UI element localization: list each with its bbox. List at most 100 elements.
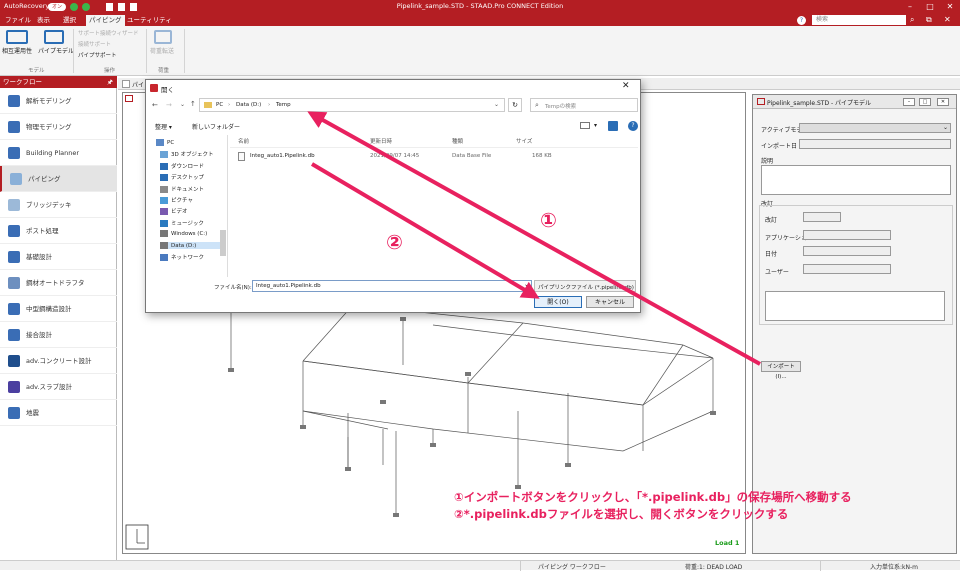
sidebar-item[interactable]: adv.コンクリート設計 bbox=[0, 348, 117, 374]
dialog-search-input[interactable]: ⌕ Tempの検索 bbox=[530, 98, 638, 112]
chevron-down-icon[interactable]: ▾ bbox=[594, 122, 597, 129]
group-load-label: 荷重 bbox=[158, 68, 170, 74]
file-open-dialog: 開く ✕ ← → ⌄ ↑ PC › Data (D:) › Temp ⌄ ↻ ⌕… bbox=[145, 79, 641, 313]
dialog-title: 開く bbox=[161, 86, 174, 94]
active-model-select[interactable]: ⌄ bbox=[799, 123, 951, 133]
annotation-marker-2: ② bbox=[386, 230, 403, 254]
nav-item[interactable]: 3D オブジェクト bbox=[160, 150, 213, 159]
nav-item[interactable]: ネットワーク bbox=[160, 253, 204, 261]
support-connect-button[interactable]: 接続サポート bbox=[78, 40, 111, 48]
sidebar-item[interactable]: 鋼材オートドラフタ bbox=[0, 270, 117, 296]
sidebar-item[interactable]: 中型鋼構造設計 bbox=[0, 296, 117, 322]
nav-item[interactable]: ダウンロード bbox=[160, 162, 204, 170]
refresh-icon[interactable]: ↻ bbox=[508, 98, 522, 112]
recent-dropdown-icon[interactable]: ⌄ bbox=[180, 101, 185, 108]
sidebar-item[interactable]: 接合設計 bbox=[0, 322, 117, 348]
tab-utility[interactable]: ユーティリティ bbox=[124, 15, 175, 26]
view-mode-icon[interactable] bbox=[580, 122, 590, 129]
nav-item[interactable]: Windows (C:) bbox=[160, 230, 207, 238]
organize-button[interactable]: 整理 ▾ bbox=[155, 122, 172, 131]
up-arrow-icon[interactable]: ↑ bbox=[190, 100, 196, 108]
column-type[interactable]: 種類 bbox=[452, 137, 463, 145]
preview-pane-icon[interactable] bbox=[608, 121, 618, 131]
sidebar-item[interactable]: Building Planner bbox=[0, 140, 117, 166]
nav-item[interactable]: Data (D:) bbox=[160, 241, 222, 249]
sidebar-item[interactable]: ポスト処理 bbox=[0, 218, 117, 244]
pipe-support-button[interactable]: パイプサポート bbox=[78, 51, 117, 59]
maximize-icon[interactable]: □ bbox=[920, 0, 940, 14]
description-field[interactable] bbox=[761, 165, 951, 195]
breadcrumb-pc[interactable]: PC bbox=[216, 102, 223, 108]
window-title: Pipelink_sample.STD - STAAD.Pro CONNECT … bbox=[396, 2, 564, 10]
minimize-icon[interactable]: – bbox=[900, 0, 920, 14]
tab-view[interactable]: 表示 bbox=[34, 15, 53, 26]
cancel-button[interactable]: キャンセル bbox=[586, 296, 634, 308]
doc-close-icon[interactable]: ✕ bbox=[944, 15, 951, 24]
column-date[interactable]: 更新日時 bbox=[370, 137, 392, 145]
dialog-app-icon bbox=[150, 84, 158, 92]
help-icon[interactable]: ? bbox=[797, 16, 806, 25]
close-icon[interactable]: ✕ bbox=[940, 0, 960, 14]
sidebar-item[interactable]: 基礎設計 bbox=[0, 244, 117, 270]
nav-item[interactable]: デスクトップ bbox=[160, 173, 204, 182]
help-icon[interactable]: ? bbox=[628, 121, 638, 131]
workflow-icon bbox=[8, 251, 20, 263]
chevron-down-icon[interactable]: ⌄ bbox=[494, 101, 499, 108]
dialog-close-icon[interactable]: ✕ bbox=[622, 81, 630, 91]
open-button[interactable]: 開く(O) bbox=[534, 296, 582, 308]
workflow-icon bbox=[8, 225, 20, 237]
pipe-model-button[interactable]: パイプモデル bbox=[38, 46, 74, 55]
file-row[interactable]: Integ_auto1.Pipelink.db 2021/09/07 14:45… bbox=[232, 151, 562, 163]
import-date-label: インポート日 bbox=[761, 143, 798, 150]
sidebar-item[interactable]: ブリッジデッキ bbox=[0, 192, 117, 218]
nav-item-label: ドキュメント bbox=[171, 186, 205, 193]
back-arrow-icon[interactable]: ← bbox=[152, 101, 158, 109]
search-icon[interactable]: ⌕ bbox=[910, 15, 914, 25]
group-ops-label: 操作 bbox=[104, 68, 116, 74]
window-restore-icon[interactable]: ⧉ bbox=[926, 15, 932, 25]
address-bar[interactable]: PC › Data (D:) › Temp ⌄ bbox=[199, 98, 505, 112]
sidebar-item-label: 鋼材オートドラフタ bbox=[26, 279, 85, 287]
nav-item[interactable]: ピクチャ bbox=[160, 196, 193, 204]
chevron-down-icon[interactable]: ⌄ bbox=[524, 281, 529, 288]
forward-arrow-icon[interactable]: → bbox=[166, 101, 172, 109]
new-folder-button[interactable]: 新しいフォルダー bbox=[192, 122, 240, 131]
notes-field[interactable] bbox=[765, 291, 945, 321]
doc-tab[interactable]: パイ bbox=[132, 80, 144, 89]
nav-item[interactable]: ミュージック bbox=[160, 219, 204, 227]
sidebar-item-label: 中型鋼構造設計 bbox=[26, 305, 72, 313]
tab-file[interactable]: ファイル bbox=[2, 15, 34, 26]
workflow-icon bbox=[10, 173, 22, 185]
import-button[interactable]: インポート(I)... bbox=[761, 361, 801, 380]
column-size[interactable]: サイズ bbox=[516, 137, 532, 145]
file-name: Integ_auto1.Pipelink.db bbox=[250, 153, 315, 159]
workflow-sidebar: ワークフロー 🖈 解析モデリング 物理モデリング Building Planner パイ… bbox=[0, 76, 117, 560]
sidebar-item[interactable]: 地震 bbox=[0, 400, 117, 426]
file-type-select[interactable]: パイプリンクファイル (*.pipelink.db) bbox=[534, 280, 636, 292]
panel-minimize-icon[interactable]: – bbox=[903, 98, 915, 106]
nav-scrollbar[interactable] bbox=[220, 230, 226, 256]
sidebar-item[interactable]: 解析モデリング bbox=[0, 88, 117, 114]
panel-close-icon[interactable]: ✕ bbox=[937, 98, 949, 106]
load-transfer-button[interactable]: 荷重転送 bbox=[150, 46, 174, 55]
sidebar-item[interactable]: 物理モデリング bbox=[0, 114, 117, 140]
file-type-value: パイプリンクファイル (*.pipelink.db) bbox=[538, 285, 634, 291]
filename-input[interactable]: Integ_auto1.Pipelink.db ⌄ bbox=[252, 280, 532, 292]
breadcrumb-data[interactable]: Data (D:) bbox=[236, 102, 261, 108]
interop-button[interactable]: 相互運用性 bbox=[2, 46, 32, 55]
sidebar-item[interactable]: パイピング bbox=[0, 166, 117, 192]
nav-item[interactable]: PC bbox=[156, 139, 174, 146]
sidebar-item[interactable]: adv.スラブ設計 bbox=[0, 374, 117, 400]
panel-maximize-icon[interactable]: □ bbox=[919, 98, 931, 106]
workflow-header-label: ワークフロー bbox=[3, 78, 42, 86]
breadcrumb-temp[interactable]: Temp bbox=[276, 102, 291, 108]
nav-item[interactable]: ビデオ bbox=[160, 207, 188, 216]
nav-item[interactable]: ドキュメント bbox=[160, 185, 204, 193]
search-input[interactable]: 検索 bbox=[812, 15, 906, 25]
support-wizard-button[interactable]: サポート接続ウィザード bbox=[78, 29, 139, 37]
pin-icon[interactable]: 🖈 bbox=[107, 76, 113, 88]
column-name[interactable]: 名前 bbox=[238, 137, 249, 145]
tab-select[interactable]: 選択 bbox=[60, 15, 79, 26]
tab-piping[interactable]: パイピング bbox=[86, 15, 125, 26]
import-date-field bbox=[799, 139, 951, 149]
